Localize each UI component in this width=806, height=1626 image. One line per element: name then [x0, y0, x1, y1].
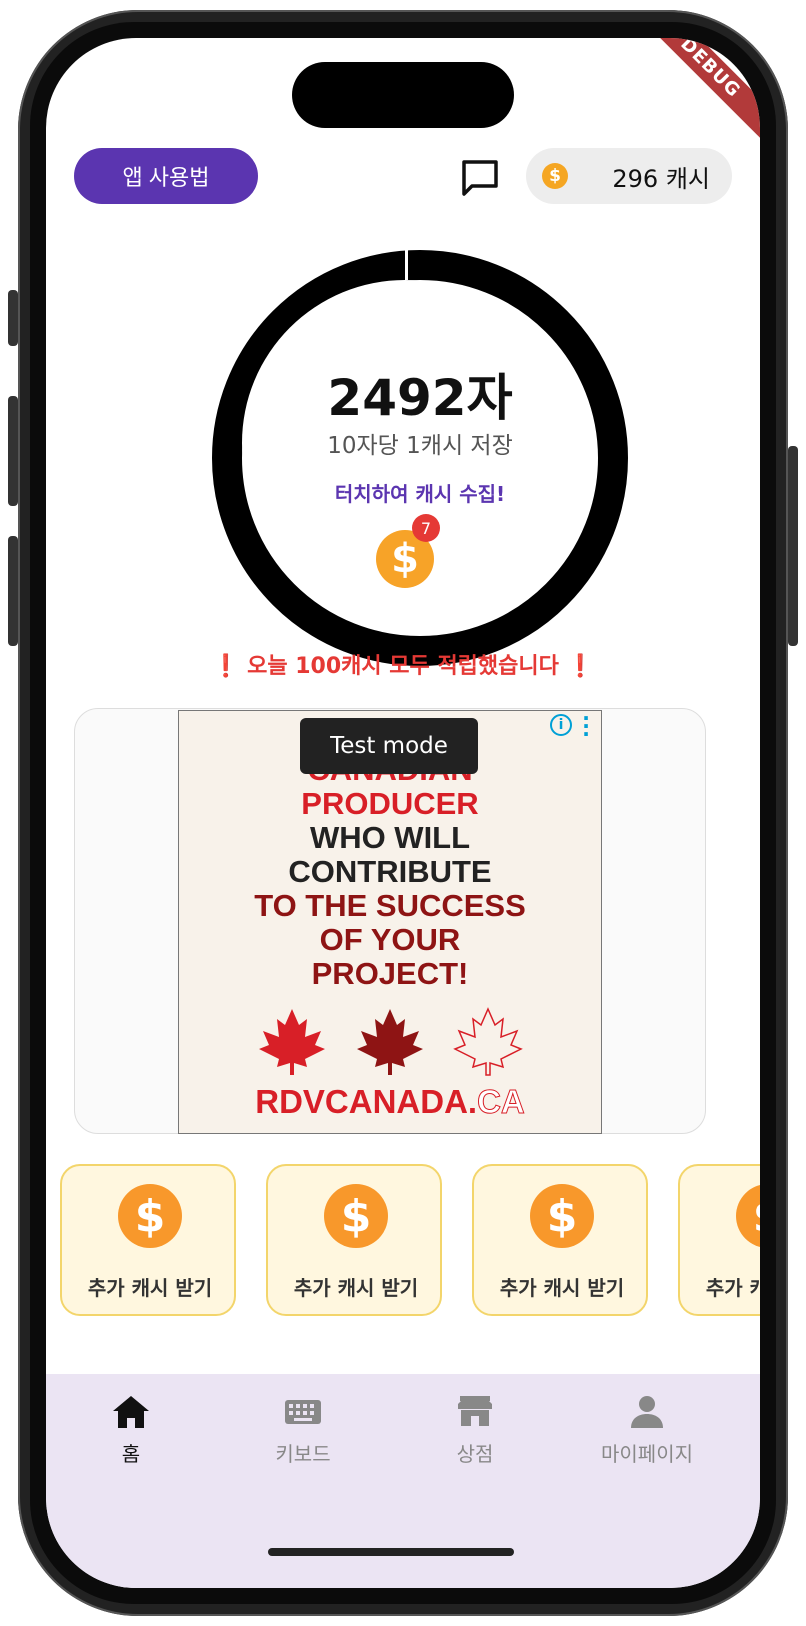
ad-website-main: RDVCANADA: [255, 1083, 468, 1120]
cash-balance: 296 캐시: [612, 164, 710, 193]
store-icon: [458, 1396, 492, 1426]
chat-icon[interactable]: [460, 158, 500, 198]
maple-leaf-icon: [259, 1009, 325, 1075]
ad-line: PRODUCER: [301, 786, 479, 821]
ad-website: RDVCANADA.CA: [179, 1083, 601, 1121]
maple-leaf-outline-icon: [453, 1007, 523, 1076]
nav-label: 마이페이지: [601, 1442, 693, 1466]
home-icon: [113, 1396, 149, 1428]
ad-line: CONTRIBUTE: [288, 854, 492, 889]
bonus-cash-card[interactable]: $ 추가 캐시 받기: [266, 1164, 442, 1316]
app-screen: DEBUG 앱 사용법 $ 296 캐시 2492자 10자당 1캐시 저장 터…: [46, 38, 760, 1588]
test-mode-label: Test mode: [300, 718, 478, 774]
bonus-cash-label: 추가 캐시 받기: [293, 1276, 419, 1300]
coin-count-badge: 7: [412, 514, 440, 542]
nav-label: 홈: [121, 1442, 141, 1466]
cash-balance-pill[interactable]: $ 296 캐시: [526, 148, 732, 204]
ad-website-tld: CA: [477, 1083, 526, 1121]
ad-info-icon[interactable]: i: [550, 714, 572, 736]
coin-icon: $: [542, 163, 568, 189]
bonus-cash-label: 추가 캐시 받기: [705, 1276, 760, 1300]
coin-icon: $: [530, 1184, 594, 1248]
ad-more-icon[interactable]: · · ·: [580, 708, 592, 744]
nav-item-mypage[interactable]: 마이페이지: [572, 1392, 722, 1467]
nav-item-home[interactable]: 홈: [56, 1392, 206, 1467]
character-count: 2492자: [327, 369, 513, 427]
coin-icon: $: [736, 1184, 760, 1248]
ad-headline: CANADIAN PRODUCER WHO WILL CONTRIBUTE TO…: [179, 753, 601, 991]
coin-icon: $: [324, 1184, 388, 1248]
ad-line: WHO WILL: [309, 820, 471, 855]
nav-item-keyboard[interactable]: 키보드: [228, 1392, 378, 1467]
bonus-cash-card[interactable]: $ 추가 캐시 받기: [678, 1164, 760, 1316]
bonus-cash-label: 추가 캐시 받기: [499, 1276, 625, 1300]
keyboard-icon: [285, 1400, 321, 1424]
dynamic-island: [292, 62, 514, 128]
ad-line: OF YOUR: [319, 922, 461, 957]
volume-up-button: [8, 396, 18, 506]
nav-label: 상점: [456, 1442, 494, 1466]
progress-ring-start-mark: [405, 250, 408, 280]
home-indicator: [268, 1548, 514, 1556]
bonus-cash-card[interactable]: $ 추가 캐시 받기: [472, 1164, 648, 1316]
save-rate-text: 10자당 1캐시 저장: [327, 433, 513, 459]
ad-website-dot: .: [467, 1083, 478, 1120]
howto-button[interactable]: 앱 사용법: [74, 148, 258, 204]
nav-item-store[interactable]: 상점: [400, 1392, 550, 1467]
mute-switch: [8, 290, 18, 346]
volume-down-button: [8, 536, 18, 646]
touch-to-collect-text[interactable]: 터치하여 캐시 수집!: [212, 478, 628, 507]
daily-limit-notice: ❗ 오늘 100캐시 모두 적립했습니다 ❗: [212, 654, 594, 679]
ad-line: PROJECT!: [311, 956, 469, 991]
maple-leaves: [179, 1007, 601, 1077]
ad-line: TO THE SUCCESS: [254, 888, 526, 923]
power-button: [788, 446, 798, 646]
coin-icon: $: [118, 1184, 182, 1248]
maple-leaf-icon: [357, 1009, 423, 1075]
bonus-cash-card[interactable]: $ 추가 캐시 받기: [60, 1164, 236, 1316]
bonus-cash-label: 추가 캐시 받기: [87, 1276, 213, 1300]
nav-label: 키보드: [275, 1442, 331, 1466]
person-icon: [631, 1396, 663, 1428]
